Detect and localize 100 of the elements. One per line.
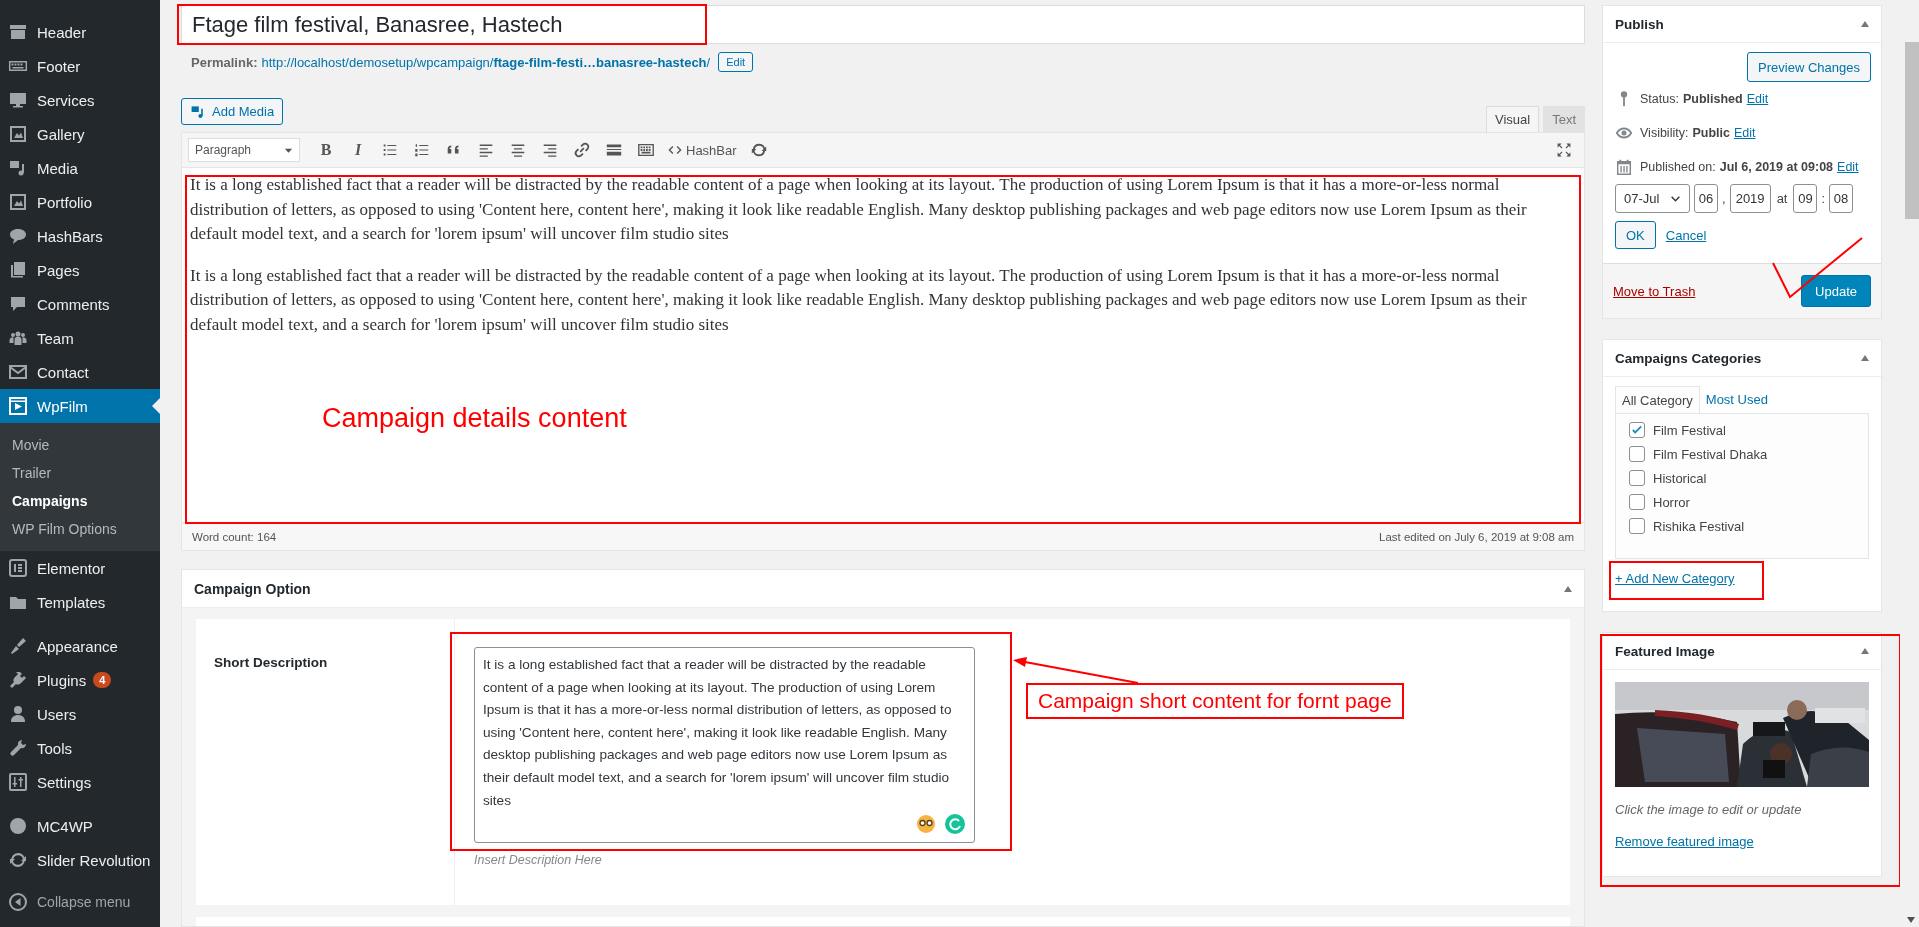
- hour-field[interactable]: 09: [1793, 184, 1818, 213]
- cancel-link[interactable]: Cancel: [1665, 227, 1707, 243]
- update-button[interactable]: Update: [1801, 275, 1871, 307]
- permalink-link[interactable]: http://localhost/demosetup/wpcampaign/ftage-film-festi…banasree-hastech/: [261, 54, 711, 70]
- menu-item[interactable]: Team: [0, 321, 160, 355]
- menu-item[interactable]: Users: [0, 697, 160, 731]
- menu-item[interactable]: Header: [0, 15, 160, 49]
- time-separator: :: [1821, 191, 1826, 206]
- category-label: Historical: [1653, 470, 1707, 486]
- checkbox[interactable]: [1629, 446, 1645, 462]
- italic-button[interactable]: I: [344, 136, 372, 164]
- checkbox[interactable]: [1629, 518, 1645, 534]
- menu-item[interactable]: Settings: [0, 765, 160, 799]
- collapse-toggle-icon[interactable]: [1861, 21, 1869, 27]
- hashbar-button[interactable]: HashBar: [664, 136, 741, 164]
- menu-item[interactable]: Gallery: [0, 117, 160, 151]
- glasses-emoji-icon[interactable]: [916, 814, 936, 834]
- format-select[interactable]: Paragraph: [188, 138, 300, 162]
- collapse-toggle-icon[interactable]: [1861, 355, 1869, 361]
- submenu-item[interactable]: WP Film Options: [0, 515, 160, 543]
- checkbox[interactable]: [1629, 470, 1645, 486]
- annotation-text: Campaign short content for fornt page: [1026, 683, 1404, 719]
- minute-field[interactable]: 08: [1829, 184, 1854, 213]
- film-play-icon: [8, 396, 28, 416]
- word-count: Word count: 164: [192, 530, 277, 543]
- published-date: Jul 6, 2019 at 09:08: [1719, 160, 1834, 174]
- editor-tab[interactable]: Text: [1543, 106, 1585, 132]
- short-description-field[interactable]: It is a long established fact that a reader will be distracted by the readable content of a page when looking at its layout. The production of using Lorem Ipsum is that it has a more-or-less normal distribution of letters, as opposed to using 'Content here, content here', making it look like readable English. Many desktop publishing packages and web page editors now use Lorem Ipsum as their default model text, and a search for 'lorem ipsum' will uncover film studio sites: [474, 647, 975, 843]
- ok-button[interactable]: OK: [1615, 221, 1656, 249]
- archive-box-icon: [8, 22, 28, 42]
- menu-item[interactable]: MC4WP: [0, 809, 160, 843]
- preview-changes-button[interactable]: Preview Changes: [1747, 52, 1871, 82]
- category-tab[interactable]: Most Used: [1699, 386, 1774, 413]
- post-title-field[interactable]: Ftage film festival, Banasree, Hastech: [181, 5, 1585, 44]
- images-icon: [8, 192, 28, 212]
- checkbox[interactable]: [1629, 422, 1645, 438]
- checkmark-icon: [1631, 424, 1643, 436]
- keyboard-icon: [637, 141, 655, 159]
- panel-title: Publish: [1615, 16, 1664, 32]
- year-field[interactable]: 2019: [1729, 184, 1771, 213]
- refresh-icon: [8, 850, 28, 870]
- submenu-item[interactable]: Movie: [0, 431, 160, 459]
- content-paragraph: It is a long established fact that a reader will be distracted by the readable content of a page when looking at its layout. The production of using Lorem Ipsum is that it has a more-or-less normal distribution of letters, as opposed to using 'Content here, content here', making it look like readable English. Many desktop publishing packages and web page editors now use Lorem Ipsum as their default model text, and a search for 'lorem ipsum' will uncover film studio sites: [190, 264, 1528, 336]
- menu-item[interactable]: Tools: [0, 731, 160, 765]
- visibility-value: Public: [1692, 126, 1730, 140]
- panel-title: Featured Image: [1615, 643, 1715, 659]
- images-icon: [8, 124, 28, 144]
- add-new-category-link[interactable]: + Add New Category: [1615, 571, 1735, 586]
- category-label: Horror: [1653, 494, 1690, 510]
- editor-tab[interactable]: Visual: [1485, 106, 1540, 132]
- date-separator: ,: [1722, 191, 1726, 206]
- menu-item[interactable]: Footer: [0, 49, 160, 83]
- pages-icon: [8, 260, 28, 280]
- menu-item[interactable]: HashBars: [0, 219, 160, 253]
- menu-item[interactable]: Pages: [0, 253, 160, 287]
- permalink-label: Permalink:: [191, 54, 258, 70]
- image-caption: Click the image to edit or update: [1615, 801, 1803, 819]
- menu-item[interactable]: Slider Revolution: [0, 843, 160, 877]
- menu-item[interactable]: Portfolio: [0, 185, 160, 219]
- menu-item[interactable]: Contact: [0, 355, 160, 389]
- collapse-toggle-icon[interactable]: [1861, 648, 1869, 654]
- published-label: Published on:: [1640, 160, 1716, 174]
- submenu-item[interactable]: Trailer: [0, 459, 160, 487]
- edit-link[interactable]: Edit: [1837, 160, 1859, 174]
- checkbox[interactable]: [1629, 494, 1645, 510]
- add-media-button[interactable]: Add Media: [181, 98, 284, 125]
- category-tab[interactable]: All Category: [1615, 386, 1700, 413]
- menu-item[interactable]: Appearance: [0, 629, 160, 663]
- category-label: Film Festival Dhaka: [1653, 446, 1768, 462]
- calendar-icon: [1615, 158, 1633, 176]
- day-field[interactable]: 06: [1694, 184, 1718, 213]
- menu-item[interactable]: Templates: [0, 585, 160, 619]
- numbered-list-icon: [413, 141, 431, 159]
- bold-button[interactable]: B: [312, 136, 340, 164]
- at-label: at: [1776, 191, 1788, 206]
- submenu-item[interactable]: Campaigns: [0, 487, 160, 515]
- edit-link[interactable]: Edit: [1733, 126, 1756, 140]
- menu-item[interactable]: Services: [0, 83, 160, 117]
- menu-item[interactable]: Media: [0, 151, 160, 185]
- wrench-icon: [8, 738, 28, 758]
- envelope-icon: [8, 362, 28, 382]
- edit-link[interactable]: Edit: [1746, 92, 1769, 106]
- menu-item[interactable]: Plugins 4: [0, 663, 160, 697]
- scrollbar-thumb[interactable]: [1905, 42, 1919, 219]
- elementor-icon: [8, 558, 28, 578]
- last-edited-text: Last edited on July 6, 2019 at 9:08 am: [1379, 530, 1574, 543]
- collapse-toggle-icon[interactable]: [1564, 585, 1572, 592]
- category-label: Film Festival: [1653, 422, 1726, 438]
- plug-icon: [8, 670, 28, 690]
- edit-permalink-button[interactable]: Edit: [718, 52, 754, 72]
- fullscreen-icon: [1556, 142, 1572, 158]
- collapse-menu-button[interactable]: Collapse menu: [0, 887, 160, 917]
- move-to-trash-link[interactable]: Move to Trash: [1613, 283, 1696, 299]
- remove-featured-image-link[interactable]: Remove featured image: [1615, 834, 1754, 849]
- month-select[interactable]: 07-Jul: [1615, 184, 1690, 213]
- menu-item[interactable]: Elementor: [0, 551, 160, 585]
- menu-item[interactable]: Comments: [0, 287, 160, 321]
- menu-item[interactable]: WpFilm: [0, 389, 160, 423]
- scroll-down-arrow-icon: [1906, 915, 1916, 925]
- category-label: Rishika Festival: [1653, 518, 1745, 534]
